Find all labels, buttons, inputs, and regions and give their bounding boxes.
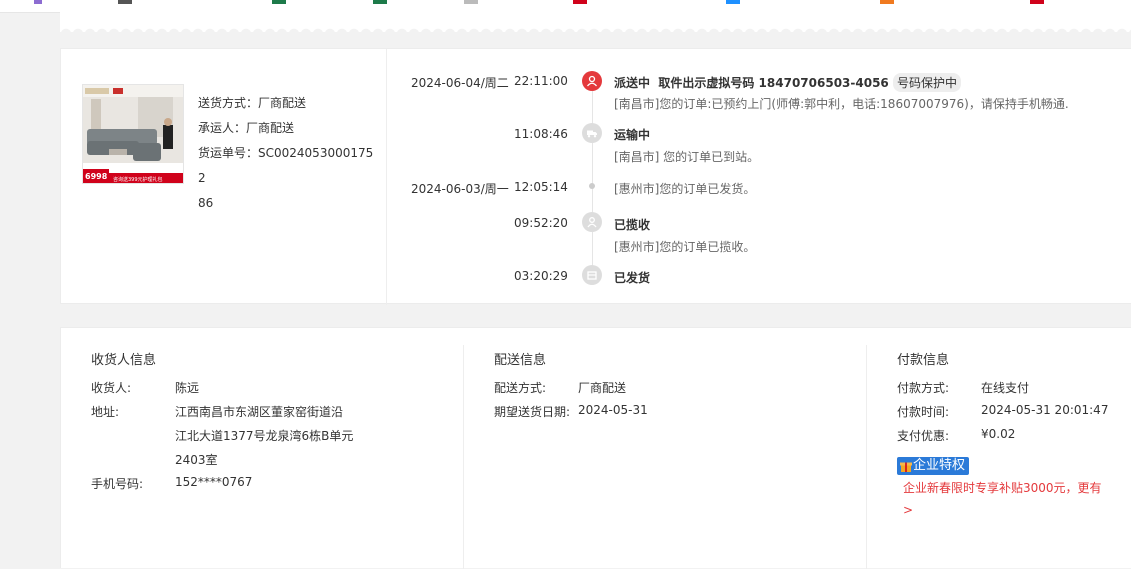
timeline-date: 2024-06-03/周一 xyxy=(411,182,509,196)
toolbar-icon[interactable] xyxy=(464,0,478,4)
payment-discount-value: ¥0.02 xyxy=(981,427,1016,441)
timeline-line xyxy=(592,91,593,273)
timeline-time: 09:52:20 xyxy=(514,216,568,230)
toolbar-icon[interactable] xyxy=(1030,0,1044,4)
toolbar-icon[interactable] xyxy=(272,0,286,4)
shipping-method-row: 送货方式：厂商配送 xyxy=(198,91,378,116)
address-label: 地址: xyxy=(91,405,120,419)
shipping-method-value: 厂商配送 xyxy=(258,96,307,110)
card-divider xyxy=(386,49,387,305)
gift-icon xyxy=(900,462,912,472)
shipping-info: 送货方式：厂商配送 承运人：厂商配送 货运单号：SC00240530001752… xyxy=(198,91,378,216)
pickup-icon xyxy=(582,212,602,232)
delivery-info-title: 配送信息 xyxy=(494,353,547,368)
timeline-status: 已发货 xyxy=(614,271,651,285)
enterprise-badge-label: 企业特权 xyxy=(913,458,966,473)
waybill-number-cont[interactable]: 86 xyxy=(198,196,213,210)
svg-text:6998: 6998 xyxy=(85,172,108,181)
number-protection-badge: 号码保护中 xyxy=(892,73,961,92)
order-info-card: 收货人信息 收货人: 陈远 地址: 江西南昌市东湖区董家窑街道沿 江北大道137… xyxy=(60,327,1131,569)
waybill-row: 货运单号：SC00240530001752 xyxy=(198,141,378,191)
delivery-method-value: 厂商配送 xyxy=(578,381,627,395)
waybill-row-cont: 86 xyxy=(198,191,378,216)
toolbar-icon[interactable] xyxy=(118,0,132,4)
delivery-person-icon xyxy=(582,71,602,91)
timeline-desc: [南昌市] 您的订单已到站。 xyxy=(614,150,760,164)
payment-time-label: 付款时间: xyxy=(897,405,950,419)
logistics-card: 6998 咨询送399元护理礼包 送货方式：厂商配送 承运人：厂商配送 货运单号… xyxy=(60,48,1131,305)
toolbar-icon[interactable] xyxy=(726,0,740,4)
payment-info-title: 付款信息 xyxy=(897,353,950,368)
timeline-time: 11:08:46 xyxy=(514,127,568,141)
svg-text:咨询送399元护理礼包: 咨询送399元护理礼包 xyxy=(113,176,163,183)
expected-date-value: 2024-05-31 xyxy=(578,403,648,417)
receiver-name-label: 收货人: xyxy=(91,381,132,395)
enterprise-promo-text[interactable]: 企业新春限时专享补贴3000元，更有 xyxy=(903,479,1102,496)
timeline-dot xyxy=(589,183,595,189)
timeline-date: 2024-06-04/周二 xyxy=(411,76,509,90)
timeline-status: 已揽收 xyxy=(614,218,651,232)
toolbar-icon[interactable] xyxy=(880,0,894,4)
phone-value: 152****0767 xyxy=(175,475,253,489)
product-thumbnail[interactable]: 6998 咨询送399元护理礼包 xyxy=(82,84,184,184)
timeline-time: 22:11:00 xyxy=(514,74,568,88)
carrier-row: 承运人：厂商配送 xyxy=(198,116,378,141)
sofa-product-image: 6998 咨询送399元护理礼包 xyxy=(83,85,183,183)
address-line-3: 2403室 xyxy=(175,453,218,467)
delivery-method-label: 配送方式: xyxy=(494,381,547,395)
column-divider xyxy=(463,345,464,569)
package-icon xyxy=(582,265,602,285)
timeline-desc: [惠州市]您的订单已揽收。 xyxy=(614,240,756,254)
payment-method-value: 在线支付 xyxy=(981,381,1030,395)
toolbar-icon[interactable] xyxy=(373,0,387,4)
timeline-status: 运输中 xyxy=(614,128,651,142)
timeline-status-extra: 取件出示虚拟号码 18470706503-4056 xyxy=(658,76,889,90)
promo-more-arrow[interactable]: > xyxy=(903,503,913,517)
receiver-info-title: 收货人信息 xyxy=(91,353,157,368)
payment-time-value: 2024-05-31 20:01:47 xyxy=(981,403,1109,417)
address-line-2: 江北大道1377号龙泉湾6栋B单元 xyxy=(175,429,354,443)
column-divider xyxy=(866,345,867,569)
toolbar-icon[interactable] xyxy=(573,0,587,4)
payment-method-label: 付款方式: xyxy=(897,381,950,395)
toolbar-icon[interactable] xyxy=(34,0,42,4)
receipt-scallop-edge xyxy=(60,12,1131,32)
timeline-desc: [惠州市]您的订单已发货。 xyxy=(614,182,756,196)
carrier-value: 厂商配送 xyxy=(246,121,295,135)
truck-icon xyxy=(582,123,602,143)
phone-label: 手机号码: xyxy=(91,477,144,491)
carrier-label: 承运人： xyxy=(198,121,247,135)
receiver-name-value: 陈远 xyxy=(175,381,200,395)
address-line-1: 江西南昌市东湖区董家窑街道沿 xyxy=(175,405,344,419)
payment-discount-label: 支付优惠: xyxy=(897,429,950,443)
expected-date-label: 期望送货日期: xyxy=(494,405,571,419)
shipping-method-label: 送货方式： xyxy=(198,96,259,110)
timeline-status: 派送中 xyxy=(614,76,651,90)
enterprise-privilege-badge[interactable]: 企业特权 xyxy=(897,457,970,475)
timeline-time: 12:05:14 xyxy=(514,180,568,194)
timeline-desc: [南昌市]您的订单:已预约上门(师傅:郭中利，电话:18607007976)，请… xyxy=(614,97,1069,111)
waybill-label: 货运单号： xyxy=(198,146,259,160)
timeline-time: 03:20:29 xyxy=(514,269,568,283)
timeline-status-row: 派送中 取件出示虚拟号码 18470706503-4056 号码保护中 xyxy=(614,73,961,92)
